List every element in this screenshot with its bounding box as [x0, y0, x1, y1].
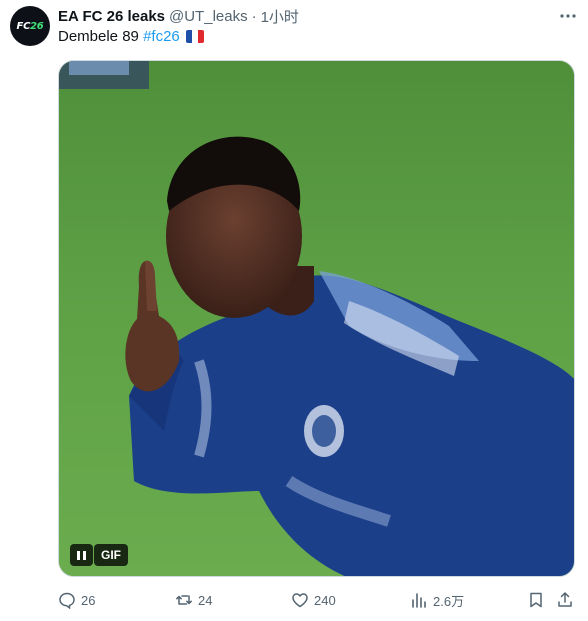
retweet-button[interactable]: 24 — [175, 589, 212, 611]
share-button[interactable] — [556, 589, 574, 611]
bookmark-icon — [530, 592, 542, 608]
gif-media[interactable]: GIF — [58, 60, 575, 577]
bookmark-button[interactable] — [527, 589, 545, 611]
reply-count: 26 — [81, 592, 96, 608]
hashtag-link[interactable]: #fc26 — [143, 28, 180, 45]
retweet-count: 24 — [198, 592, 213, 608]
like-button[interactable]: 240 — [291, 589, 336, 611]
views-button[interactable]: 2.6万 — [410, 589, 464, 611]
like-count: 240 — [314, 592, 336, 608]
retweet-icon — [176, 595, 192, 605]
more-icon — [560, 14, 576, 18]
tweet-text: Dembele 89 #fc26 — [58, 28, 204, 45]
view-count: 2.6万 — [433, 593, 465, 609]
avatar-logo: FC26 — [16, 20, 44, 32]
gif-badge: GIF — [94, 544, 128, 566]
display-name[interactable]: EA FC 26 leaks — [58, 8, 165, 25]
tweet-body: Dembele 89 — [58, 28, 139, 45]
views-chart-icon — [412, 593, 426, 608]
avatar[interactable]: FC26 — [10, 6, 50, 46]
pause-icon-bar — [83, 550, 86, 560]
tweet-header: EA FC 26 leaks @UT_leaks · 1小时 — [58, 6, 578, 26]
gif-frame-image — [59, 61, 574, 576]
pause-button[interactable] — [70, 544, 93, 566]
reply-button[interactable]: 26 — [58, 589, 95, 611]
user-handle[interactable]: @UT_leaks — [169, 8, 248, 25]
france-flag-icon — [185, 30, 204, 43]
timestamp[interactable]: 1小时 — [261, 6, 299, 27]
pause-icon-bar — [77, 550, 80, 560]
heart-icon — [292, 593, 308, 608]
reply-icon — [59, 592, 75, 609]
more-options-button[interactable] — [558, 6, 578, 26]
share-icon — [558, 592, 572, 607]
separator-dot: · — [251, 7, 257, 25]
action-bar: 26 24 240 2.6万 — [58, 589, 575, 611]
